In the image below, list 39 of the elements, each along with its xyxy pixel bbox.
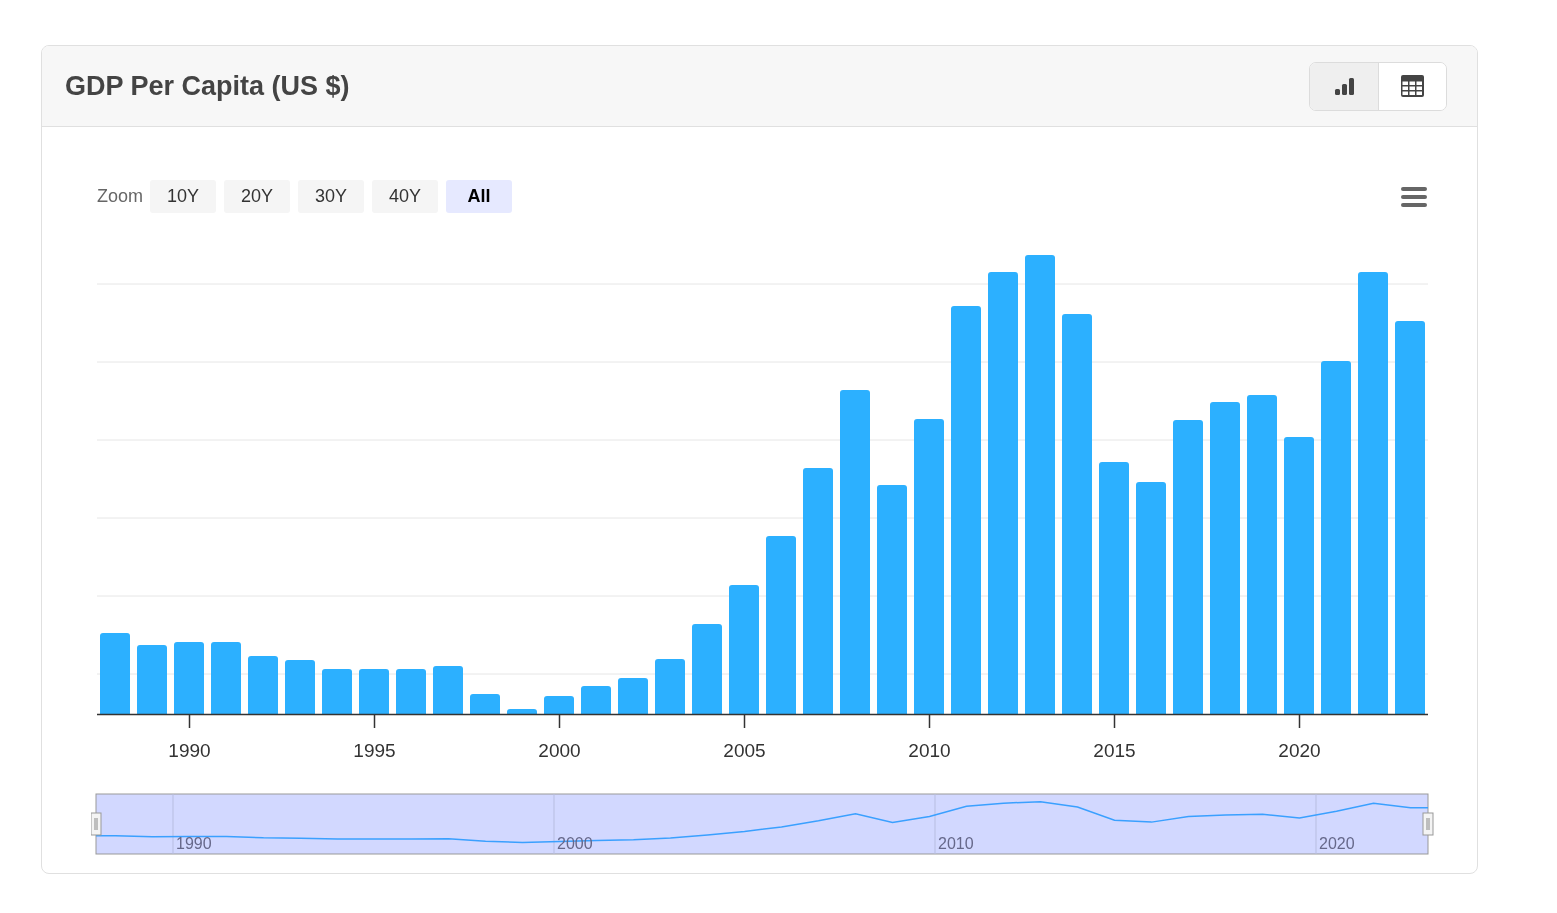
zoom-button[interactable]: 10Y xyxy=(150,180,216,213)
bar xyxy=(211,642,241,714)
bar xyxy=(359,669,389,714)
axis-label: 2005 xyxy=(723,740,766,761)
card-title: GDP Per Capita (US $) xyxy=(65,70,350,102)
axis-label: 2015 xyxy=(1093,740,1136,761)
zoom-button[interactable]: 20Y xyxy=(224,180,290,213)
bar xyxy=(322,669,352,714)
navigator-label: 2020 xyxy=(1319,835,1355,852)
bar xyxy=(396,669,426,714)
navigator-label: 2010 xyxy=(938,835,974,852)
zoom-label: Zoom xyxy=(97,186,143,207)
bar xyxy=(470,694,500,714)
bar xyxy=(655,659,685,714)
axis-label: 1990 xyxy=(168,740,211,761)
bar xyxy=(544,696,574,714)
navigator-label: 1990 xyxy=(176,835,212,852)
bar xyxy=(507,709,537,714)
range-handle[interactable] xyxy=(1422,812,1434,836)
bar xyxy=(581,686,611,714)
axis-label: 2010 xyxy=(908,740,951,761)
chart-view-button[interactable] xyxy=(1310,62,1378,110)
range-handle[interactable] xyxy=(91,812,102,836)
bar xyxy=(618,678,648,714)
bar xyxy=(433,666,463,714)
bar xyxy=(137,645,167,714)
table-icon xyxy=(1401,75,1424,97)
zoom-button[interactable]: 40Y xyxy=(372,180,438,213)
zoom-button[interactable]: 30Y xyxy=(298,180,364,213)
axis-label: 1995 xyxy=(353,740,396,761)
bar xyxy=(174,642,204,714)
menu-icon[interactable] xyxy=(1401,186,1427,207)
bar xyxy=(285,660,315,714)
axis-label: 2000 xyxy=(538,740,581,761)
bar-chart-icon xyxy=(1334,77,1354,95)
table-view-button[interactable] xyxy=(1378,62,1446,110)
axis-label: 2020 xyxy=(1278,740,1321,761)
zoom-button[interactable]: All xyxy=(446,180,512,213)
bar xyxy=(248,656,278,714)
